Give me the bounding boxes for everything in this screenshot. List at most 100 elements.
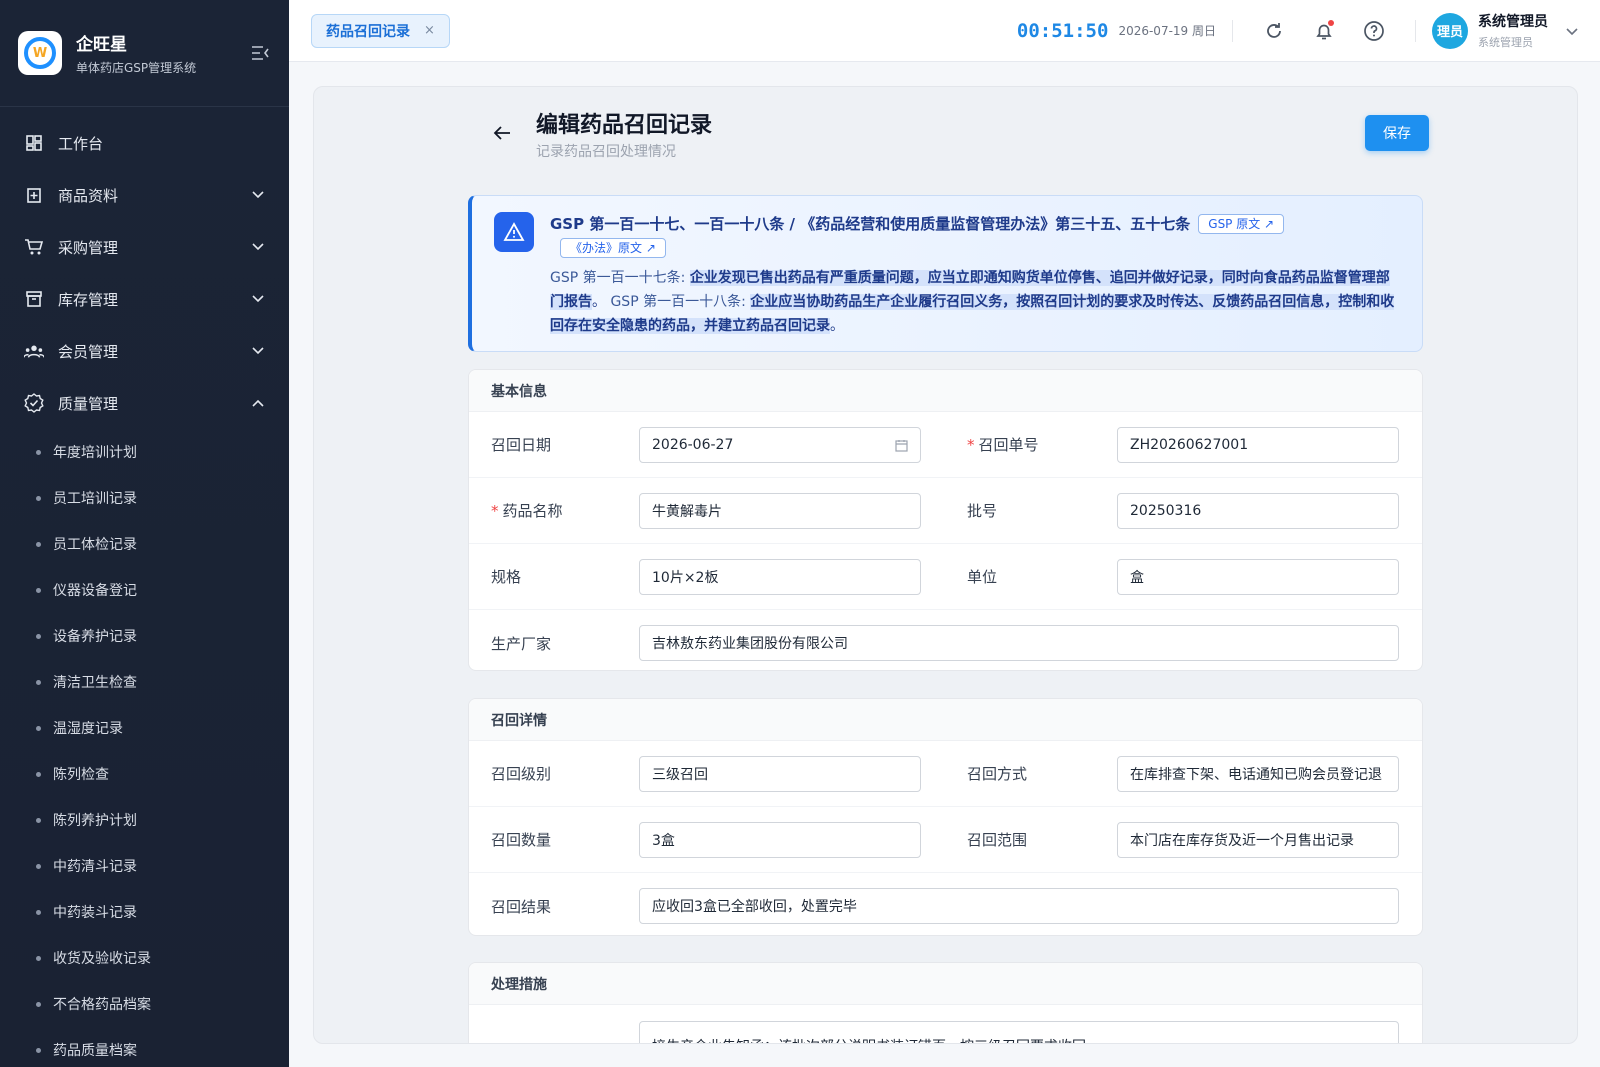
sidebar-subitem-training-record[interactable]: 员工培训记录 (0, 475, 289, 521)
form-row: 召回日期 2026-06-27 * 召回单号 ZH20260627001 (469, 412, 1422, 478)
sidebar-item-members[interactable]: 会员管理 (0, 325, 289, 377)
tab-drug-recall[interactable]: 药品召回记录 × (311, 13, 450, 48)
bullet-dot (36, 909, 41, 915)
sidebar-item-purchase[interactable]: 采购管理 (0, 221, 289, 273)
collapse-menu-icon[interactable] (249, 42, 271, 64)
recall-date-input[interactable]: 2026-06-27 (639, 426, 921, 463)
bullet-dot (36, 679, 41, 685)
bullet-dot (36, 955, 41, 961)
spec-input[interactable]: 10片×2板 (639, 558, 921, 595)
sidebar-item-label: 质量管理 (58, 394, 119, 413)
bullet-dot (36, 541, 41, 547)
form-row: 召回数量 3盒 召回范围 本门店在库存货及近一个月售出记录 (469, 807, 1422, 873)
sidebar-subitem-nonconforming[interactable]: 不合格药品档案 (0, 981, 289, 1027)
close-icon[interactable]: × (424, 23, 435, 38)
chevron-up-icon (251, 396, 265, 410)
sidebar-subitem-display-plan[interactable]: 陈列养护计划 (0, 797, 289, 843)
sidebar-subitem-label: 中药装斗记录 (53, 905, 137, 921)
sidebar-subitem-equipment[interactable]: 仪器设备登记 (0, 567, 289, 613)
gsp-source-link[interactable]: GSP 原文 ↗ (1198, 214, 1285, 234)
notice-title-text: GSP 第一百一十七、一百一十八条 / 《药品经营和使用质量监督管理办法》第三十… (550, 215, 1191, 233)
bullet-dot (36, 725, 41, 731)
avatar[interactable]: 理员 (1432, 12, 1468, 49)
recall-date-value: 2026-06-27 (652, 436, 734, 453)
sidebar-subitem-temperature[interactable]: 温湿度记录 (0, 705, 289, 751)
drug-name-label-text: 药品名称 (502, 502, 563, 520)
batch-input[interactable]: 20250316 (1117, 492, 1399, 529)
sidebar-item-inventory[interactable]: 库存管理 (0, 273, 289, 325)
sidebar-item-label: 库存管理 (58, 290, 119, 309)
sidebar-item-quality[interactable]: 质量管理 (0, 377, 289, 429)
members-icon (24, 341, 44, 361)
quality-submenu: 年度培训计划 员工培训记录 员工体检记录 仪器设备登记 设备养护记录 清洁卫生检… (0, 429, 289, 1067)
topbar: 药品召回记录 × 00:51:50 2026-07-19 周日 理员 系统管理员… (289, 0, 1600, 62)
drug-name-input[interactable]: 牛黄解毒片 (639, 492, 921, 529)
sidebar-subitem-quality-archive[interactable]: 药品质量档案 (0, 1027, 289, 1067)
recall-detail-card: 召回详情 召回级别 三级召回 召回方式 在库排查下架、电话通知已购会员登记退 召… (468, 698, 1423, 936)
recall-qty-input[interactable]: 3盒 (639, 821, 921, 858)
bullet-dot (36, 1047, 41, 1053)
sidebar-subitem-herb-clean[interactable]: 中药清斗记录 (0, 843, 289, 889)
recall-scope-label: 召回范围 (967, 831, 1028, 849)
sidebar-subitem-hygiene[interactable]: 清洁卫生检查 (0, 659, 289, 705)
page-subtitle: 记录药品召回处理情况 (536, 144, 676, 160)
sidebar: W 企旺星 单体药店GSP管理系统 工作台 商品资料 采购管理 库存管理 会员管… (0, 0, 289, 1067)
sidebar-subitem-training-plan[interactable]: 年度培训计划 (0, 429, 289, 475)
recall-no-input[interactable]: ZH20260627001 (1117, 426, 1399, 463)
current-date: 2026-07-19 周日 (1118, 24, 1216, 38)
chevron-down-icon[interactable] (1566, 21, 1578, 40)
unit-input[interactable]: 盒 (1117, 558, 1399, 595)
recall-scope-input[interactable]: 本门店在库存货及近一个月售出记录 (1117, 821, 1399, 858)
sidebar-item-dashboard[interactable]: 工作台 (0, 117, 289, 169)
period: 。 (830, 318, 844, 334)
spec-label: 规格 (491, 568, 522, 586)
refresh-icon[interactable] (1263, 20, 1285, 42)
chevron-down-icon (251, 240, 265, 254)
page-header: 编辑药品召回记录 记录药品召回处理情况 保存 (474, 105, 1429, 165)
calendar-icon (895, 439, 908, 452)
sidebar-subitem-health-check[interactable]: 员工体检记录 (0, 521, 289, 567)
measures-textarea[interactable]: 接生产企业告知函：该批次部分说明书装订错页，按三级召回要求收回 (639, 1021, 1399, 1043)
back-arrow-icon[interactable] (490, 121, 514, 145)
save-button[interactable]: 保存 (1365, 115, 1429, 151)
drug-name-label: * 药品名称 (491, 500, 563, 521)
form-row: * 药品名称 牛黄解毒片 批号 20250316 (469, 478, 1422, 544)
sidebar-subitem-display-check[interactable]: 陈列检查 (0, 751, 289, 797)
bullet-dot (36, 771, 41, 777)
recall-no-label-text: 召回单号 (978, 436, 1039, 454)
bullet-dot (36, 587, 41, 593)
logo: W (18, 31, 62, 75)
notice-title: GSP 第一百一十七、一百一十八条 / 《药品经营和使用质量监督管理办法》第三十… (550, 212, 1410, 260)
sidebar-item-label: 采购管理 (58, 238, 119, 257)
sidebar-subitem-label: 中药清斗记录 (53, 859, 137, 875)
divider (1232, 19, 1233, 42)
bell-icon[interactable] (1313, 19, 1335, 42)
article-117-label: GSP 第一百一十七条: (550, 270, 686, 286)
regulation-source-link[interactable]: 《办法》原文 ↗ (560, 238, 666, 258)
form-row: 生产厂家 吉林敖东药业集团股份有限公司 (469, 610, 1422, 670)
sidebar-subitem-receiving[interactable]: 收货及验收记录 (0, 935, 289, 981)
inventory-icon (24, 289, 44, 309)
recall-result-label: 召回结果 (491, 897, 552, 916)
sidebar-subitem-label: 陈列检查 (53, 767, 109, 783)
recall-level-input[interactable]: 三级召回 (639, 755, 921, 792)
sidebar-item-label: 商品资料 (58, 186, 119, 205)
maker-input[interactable]: 吉林敖东药业集团股份有限公司 (639, 625, 1399, 661)
sidebar-subitem-equipment-maintenance[interactable]: 设备养护记录 (0, 613, 289, 659)
brand-subtitle: 单体药店GSP管理系统 (76, 61, 197, 75)
page-title: 编辑药品召回记录 (536, 113, 713, 138)
recall-method-input[interactable]: 在库排查下架、电话通知已购会员登记退 (1117, 755, 1399, 792)
help-icon[interactable] (1363, 20, 1385, 42)
sidebar-item-products[interactable]: 商品资料 (0, 169, 289, 221)
main-panel: 编辑药品召回记录 记录药品召回处理情况 保存 GSP 第一百一十七、一百一十八条… (313, 86, 1578, 1044)
sidebar-subitem-herb-fill[interactable]: 中药装斗记录 (0, 889, 289, 935)
user-info[interactable]: 系统管理员 系统管理员 (1478, 11, 1548, 50)
product-icon (24, 185, 44, 205)
recall-method-label: 召回方式 (967, 765, 1028, 783)
sidebar-item-label: 会员管理 (58, 342, 119, 361)
sidebar-subitem-label: 员工培训记录 (53, 491, 137, 507)
cart-icon (24, 237, 44, 257)
batch-label: 批号 (967, 502, 998, 520)
bullet-dot (36, 633, 41, 639)
recall-result-input[interactable]: 应收回3盒已全部收回，处置完毕 (639, 888, 1399, 924)
